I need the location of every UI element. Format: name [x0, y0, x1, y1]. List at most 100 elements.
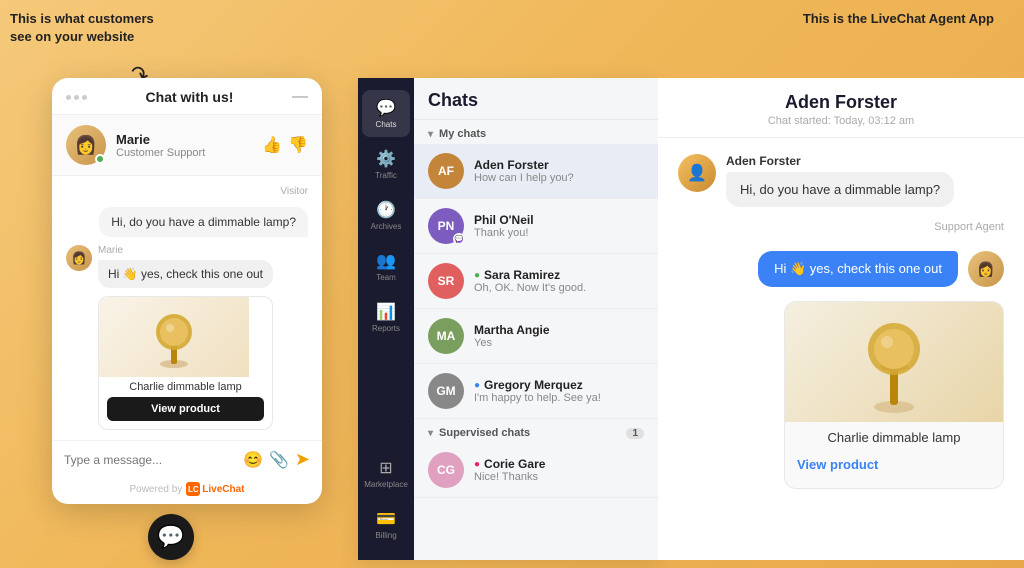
agent-panel-header: Aden Forster Chat started: Today, 03:12 …	[658, 78, 1024, 138]
marketplace-icon: ⊞	[379, 458, 392, 478]
agent-msg-avatar: 👩	[66, 245, 92, 271]
chat-item-gregory[interactable]: GM ● Gregory Merquez I'm happy to help. …	[414, 364, 658, 419]
martha-preview: Yes	[474, 337, 644, 349]
supervised-chevron: ▾	[428, 428, 433, 439]
agent-panel: Aden Forster Chat started: Today, 03:12 …	[658, 78, 1024, 560]
agent-chat-message: Hi 👋 yes, check this one out	[758, 251, 958, 287]
chat-item-sara[interactable]: SR ● Sara Ramirez Oh, OK. Now It's good.	[414, 254, 658, 309]
agent-chat-area: 👤 Aden Forster Hi, do you have a dimmabl…	[658, 138, 1024, 560]
sidebar-label-traffic: Traffic	[375, 171, 397, 180]
visitor-name-and-msg: Aden Forster Hi, do you have a dimmable …	[726, 154, 954, 207]
agent-chat-row: Hi 👋 yes, check this one out 👩	[678, 251, 1004, 287]
chat-item-martha[interactable]: MA Martha Angie Yes	[414, 309, 658, 364]
sara-name: ● Sara Ramirez	[474, 268, 644, 282]
sidebar-label-chats: Chats	[376, 120, 397, 129]
sara-avatar: SR	[428, 263, 464, 299]
product-view-button-widget[interactable]: View product	[107, 397, 264, 421]
martha-avatar: MA	[428, 318, 464, 354]
app-sidebar: 💬 Chats ⚙️ Traffic 🕐 Archives 👥 Team 📊 R…	[358, 78, 414, 560]
supervised-count: 1	[626, 428, 644, 439]
sidebar-item-billing[interactable]: 💳 Billing	[362, 501, 410, 548]
reports-icon: 📊	[376, 302, 396, 322]
thumbs-down-button[interactable]: 👎	[288, 135, 308, 155]
billing-icon: 💳	[376, 509, 396, 529]
visitor-chat-row: 👤 Aden Forster Hi, do you have a dimmabl…	[678, 154, 1004, 207]
phil-avatar: PN 💬	[428, 208, 464, 244]
attachment-icon[interactable]: 📎	[269, 450, 289, 470]
agent-chat-avatar-right: 👩	[968, 251, 1004, 287]
archives-icon: 🕐	[376, 200, 396, 220]
chat-item-corie[interactable]: CG ● Corie Gare Nice! Thanks	[414, 443, 658, 498]
sidebar-item-team[interactable]: 👥 Team	[362, 243, 410, 290]
thumbs-up-button[interactable]: 👍	[262, 135, 282, 155]
visitor-message: Hi, do you have a dimmable lamp?	[99, 207, 308, 237]
phil-info: Phil O'Neil Thank you!	[474, 213, 644, 239]
sara-info: ● Sara Ramirez Oh, OK. Now It's good.	[474, 268, 644, 294]
supervised-chats-label[interactable]: ▾ Supervised chats 1	[414, 419, 658, 443]
widget-input-bar: 😊 📎 ➤	[52, 440, 322, 478]
widget-minimize-button[interactable]: —	[292, 88, 308, 106]
product-image-widget	[99, 297, 249, 377]
sidebar-item-chats[interactable]: 💬 Chats	[362, 90, 410, 137]
widget-message-input[interactable]	[64, 453, 235, 467]
widget-header: Chat with us! —	[52, 78, 322, 115]
product-view-button-agent[interactable]: View product	[797, 453, 878, 476]
my-chats-chevron: ▾	[428, 129, 433, 140]
gregory-avatar: GM	[428, 373, 464, 409]
lamp-big-icon	[854, 307, 934, 417]
agent-info: Marie Customer Support	[116, 132, 252, 159]
widget-messages: Visitor Hi, do you have a dimmable lamp?…	[52, 176, 322, 440]
chat-widget: Chat with us! — 👩 Marie Customer Support…	[52, 78, 322, 504]
product-name-agent: Charlie dimmable lamp	[785, 422, 1003, 453]
sidebar-label-reports: Reports	[372, 324, 400, 333]
traffic-icon: ⚙️	[376, 149, 396, 169]
sidebar-item-reports[interactable]: 📊 Reports	[362, 294, 410, 341]
gregory-name: ● Gregory Merquez	[474, 378, 644, 392]
martha-info: Martha Angie Yes	[474, 323, 644, 349]
send-icon[interactable]: ➤	[295, 449, 310, 470]
aden-avatar: AF	[428, 153, 464, 189]
team-icon: 👥	[376, 251, 396, 271]
agent-label-row: Support Agent	[678, 221, 1004, 233]
agent-actions: 👍 👎	[262, 135, 308, 155]
agent-msg-block: Marie Hi 👋 yes, check this one out	[98, 245, 273, 430]
corie-name: ● Corie Gare	[474, 457, 644, 471]
my-chats-label[interactable]: ▾ My chats	[414, 120, 658, 144]
visitor-chat-message: Hi, do you have a dimmable lamp?	[726, 172, 954, 207]
chats-icon: 💬	[376, 98, 396, 118]
widget-agent-role: Customer Support	[116, 147, 252, 159]
visitor-chat-name: Aden Forster	[726, 154, 954, 168]
gregory-preview: I'm happy to help. See ya!	[474, 392, 644, 404]
livechat-logo-icon: LC	[186, 482, 200, 496]
sara-preview: Oh, OK. Now It's good.	[474, 282, 644, 294]
sidebar-label-team: Team	[376, 273, 396, 282]
widget-footer: Powered by LC LiveChat	[52, 478, 322, 504]
visitor-chat-avatar: 👤	[678, 154, 716, 192]
gregory-info: ● Gregory Merquez I'm happy to help. See…	[474, 378, 644, 404]
powered-by-text: Powered by	[129, 484, 182, 495]
chat-item-aden[interactable]: AF Aden Forster How can I help you?	[414, 144, 658, 199]
widget-bubble[interactable]: 💬	[148, 514, 194, 560]
sidebar-label-marketplace: Marketplace	[364, 480, 408, 489]
my-chats-title: My chats	[439, 128, 486, 140]
agent-online-indicator	[95, 154, 105, 164]
aden-preview: How can I help you?	[474, 172, 644, 184]
sidebar-item-traffic[interactable]: ⚙️ Traffic	[362, 141, 410, 188]
agent-msg-name: Marie	[98, 245, 273, 256]
product-card-agent: Charlie dimmable lamp View product	[784, 301, 1004, 489]
chat-item-phil[interactable]: PN 💬 Phil O'Neil Thank you!	[414, 199, 658, 254]
widget-input-icons: 😊 📎 ➤	[243, 449, 310, 470]
agent-message-bubble: Hi 👋 yes, check this one out	[98, 260, 273, 288]
widget-title: Chat with us!	[146, 89, 234, 105]
sidebar-item-marketplace[interactable]: ⊞ Marketplace	[362, 450, 410, 497]
agent-panel-customer-name: Aden Forster	[678, 92, 1004, 113]
app-content: Chats ▾ My chats AF Aden Forster How can…	[414, 78, 658, 560]
supervised-title: Supervised chats	[439, 427, 530, 439]
sidebar-item-archives[interactable]: 🕐 Archives	[362, 192, 410, 239]
martha-name: Martha Angie	[474, 323, 644, 337]
widget-agent-name: Marie	[116, 132, 252, 147]
agent-avatar-wrap: 👩	[66, 125, 106, 165]
emoji-icon[interactable]: 😊	[243, 450, 263, 470]
annotation-left: This is what customers see on your websi…	[10, 10, 170, 46]
product-name-widget: Charlie dimmable lamp	[99, 377, 272, 397]
